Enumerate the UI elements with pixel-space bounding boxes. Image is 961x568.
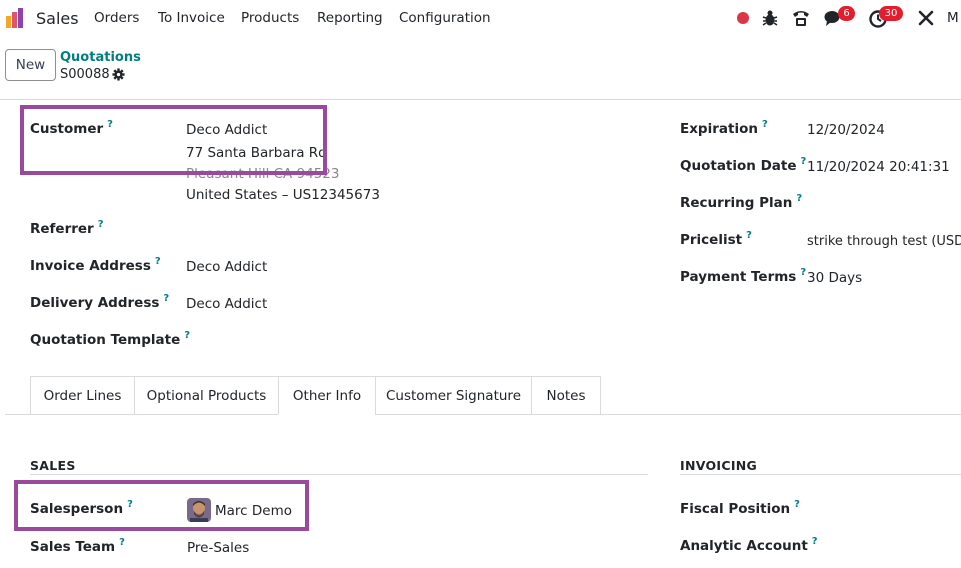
- quotation-date-label: Quotation Date?: [680, 156, 807, 174]
- pricelist-field[interactable]: strike through test (USD): [807, 234, 961, 249]
- help-icon[interactable]: ?: [119, 537, 125, 548]
- salesperson-highlight-box: [14, 480, 309, 531]
- breadcrumb-quotations[interactable]: Quotations: [60, 50, 141, 65]
- invoicing-section-divider: [680, 474, 961, 475]
- help-icon[interactable]: ?: [746, 230, 752, 241]
- menu-reporting[interactable]: Reporting: [317, 10, 383, 26]
- payment-terms-field[interactable]: 30 Days: [807, 270, 862, 286]
- help-icon[interactable]: ?: [800, 267, 806, 278]
- tools-icon[interactable]: [917, 8, 935, 28]
- tab-other-info[interactable]: Other Info: [278, 376, 376, 415]
- invoice-address-field[interactable]: Deco Addict: [186, 259, 267, 275]
- analytic-account-label: Analytic Account?: [680, 536, 818, 554]
- gear-icon[interactable]: [112, 68, 125, 81]
- sales-team-field[interactable]: Pre-Sales: [187, 540, 249, 556]
- user-menu[interactable]: M: [947, 10, 959, 26]
- referrer-label: Referrer?: [30, 219, 104, 237]
- help-icon[interactable]: ?: [184, 330, 190, 341]
- invoicing-section-title: INVOICING: [680, 458, 758, 473]
- tab-optional-products[interactable]: Optional Products: [134, 376, 279, 415]
- sales-team-label: Sales Team?: [30, 537, 125, 555]
- customer-country: United States – US12345673: [186, 187, 380, 203]
- customer-highlight-box: [20, 105, 327, 175]
- payment-terms-label: Payment Terms?: [680, 267, 807, 285]
- recording-indicator-icon[interactable]: [737, 12, 749, 24]
- tab-order-lines[interactable]: Order Lines: [30, 376, 135, 415]
- expiration-field[interactable]: 12/20/2024: [807, 122, 885, 138]
- help-icon[interactable]: ?: [794, 499, 800, 510]
- menu-configuration[interactable]: Configuration: [399, 10, 491, 26]
- record-name: S00088: [60, 67, 110, 82]
- chat-count-badge: 6: [838, 6, 855, 21]
- pricelist-label: Pricelist?: [680, 230, 752, 248]
- sales-section-title: SALES: [30, 458, 76, 473]
- sales-section-divider: [30, 474, 648, 475]
- help-icon[interactable]: ?: [801, 156, 807, 167]
- help-icon[interactable]: ?: [98, 219, 104, 230]
- invoice-address-label: Invoice Address?: [30, 256, 161, 274]
- menu-orders[interactable]: Orders: [94, 10, 139, 26]
- recurring-plan-label: Recurring Plan?: [680, 193, 803, 211]
- help-icon[interactable]: ?: [762, 119, 768, 130]
- phone-icon[interactable]: [791, 8, 811, 28]
- menu-to-invoice[interactable]: To Invoice: [158, 10, 225, 26]
- quotation-template-label: Quotation Template?: [30, 330, 191, 348]
- app-name[interactable]: Sales: [36, 9, 79, 28]
- help-icon[interactable]: ?: [155, 256, 161, 267]
- top-navbar: Sales Orders To Invoice Products Reporti…: [0, 0, 961, 37]
- help-icon[interactable]: ?: [163, 293, 169, 304]
- sales-app-icon[interactable]: [5, 7, 27, 29]
- tab-customer-signature[interactable]: Customer Signature: [375, 376, 532, 415]
- menu-products[interactable]: Products: [241, 10, 299, 26]
- expiration-label: Expiration?: [680, 119, 768, 137]
- bug-icon[interactable]: [761, 8, 779, 28]
- delivery-address-label: Delivery Address?: [30, 293, 170, 311]
- fiscal-position-label: Fiscal Position?: [680, 499, 800, 517]
- activity-count-badge: 30: [879, 6, 903, 21]
- delivery-address-field[interactable]: Deco Addict: [186, 296, 267, 312]
- control-panel: New Quotations S00088: [0, 37, 961, 100]
- help-icon[interactable]: ?: [796, 193, 802, 204]
- help-icon[interactable]: ?: [812, 536, 818, 547]
- tab-notes[interactable]: Notes: [531, 376, 601, 415]
- quotation-date-field[interactable]: 11/20/2024 20:41:31: [807, 159, 950, 175]
- new-button[interactable]: New: [5, 49, 56, 81]
